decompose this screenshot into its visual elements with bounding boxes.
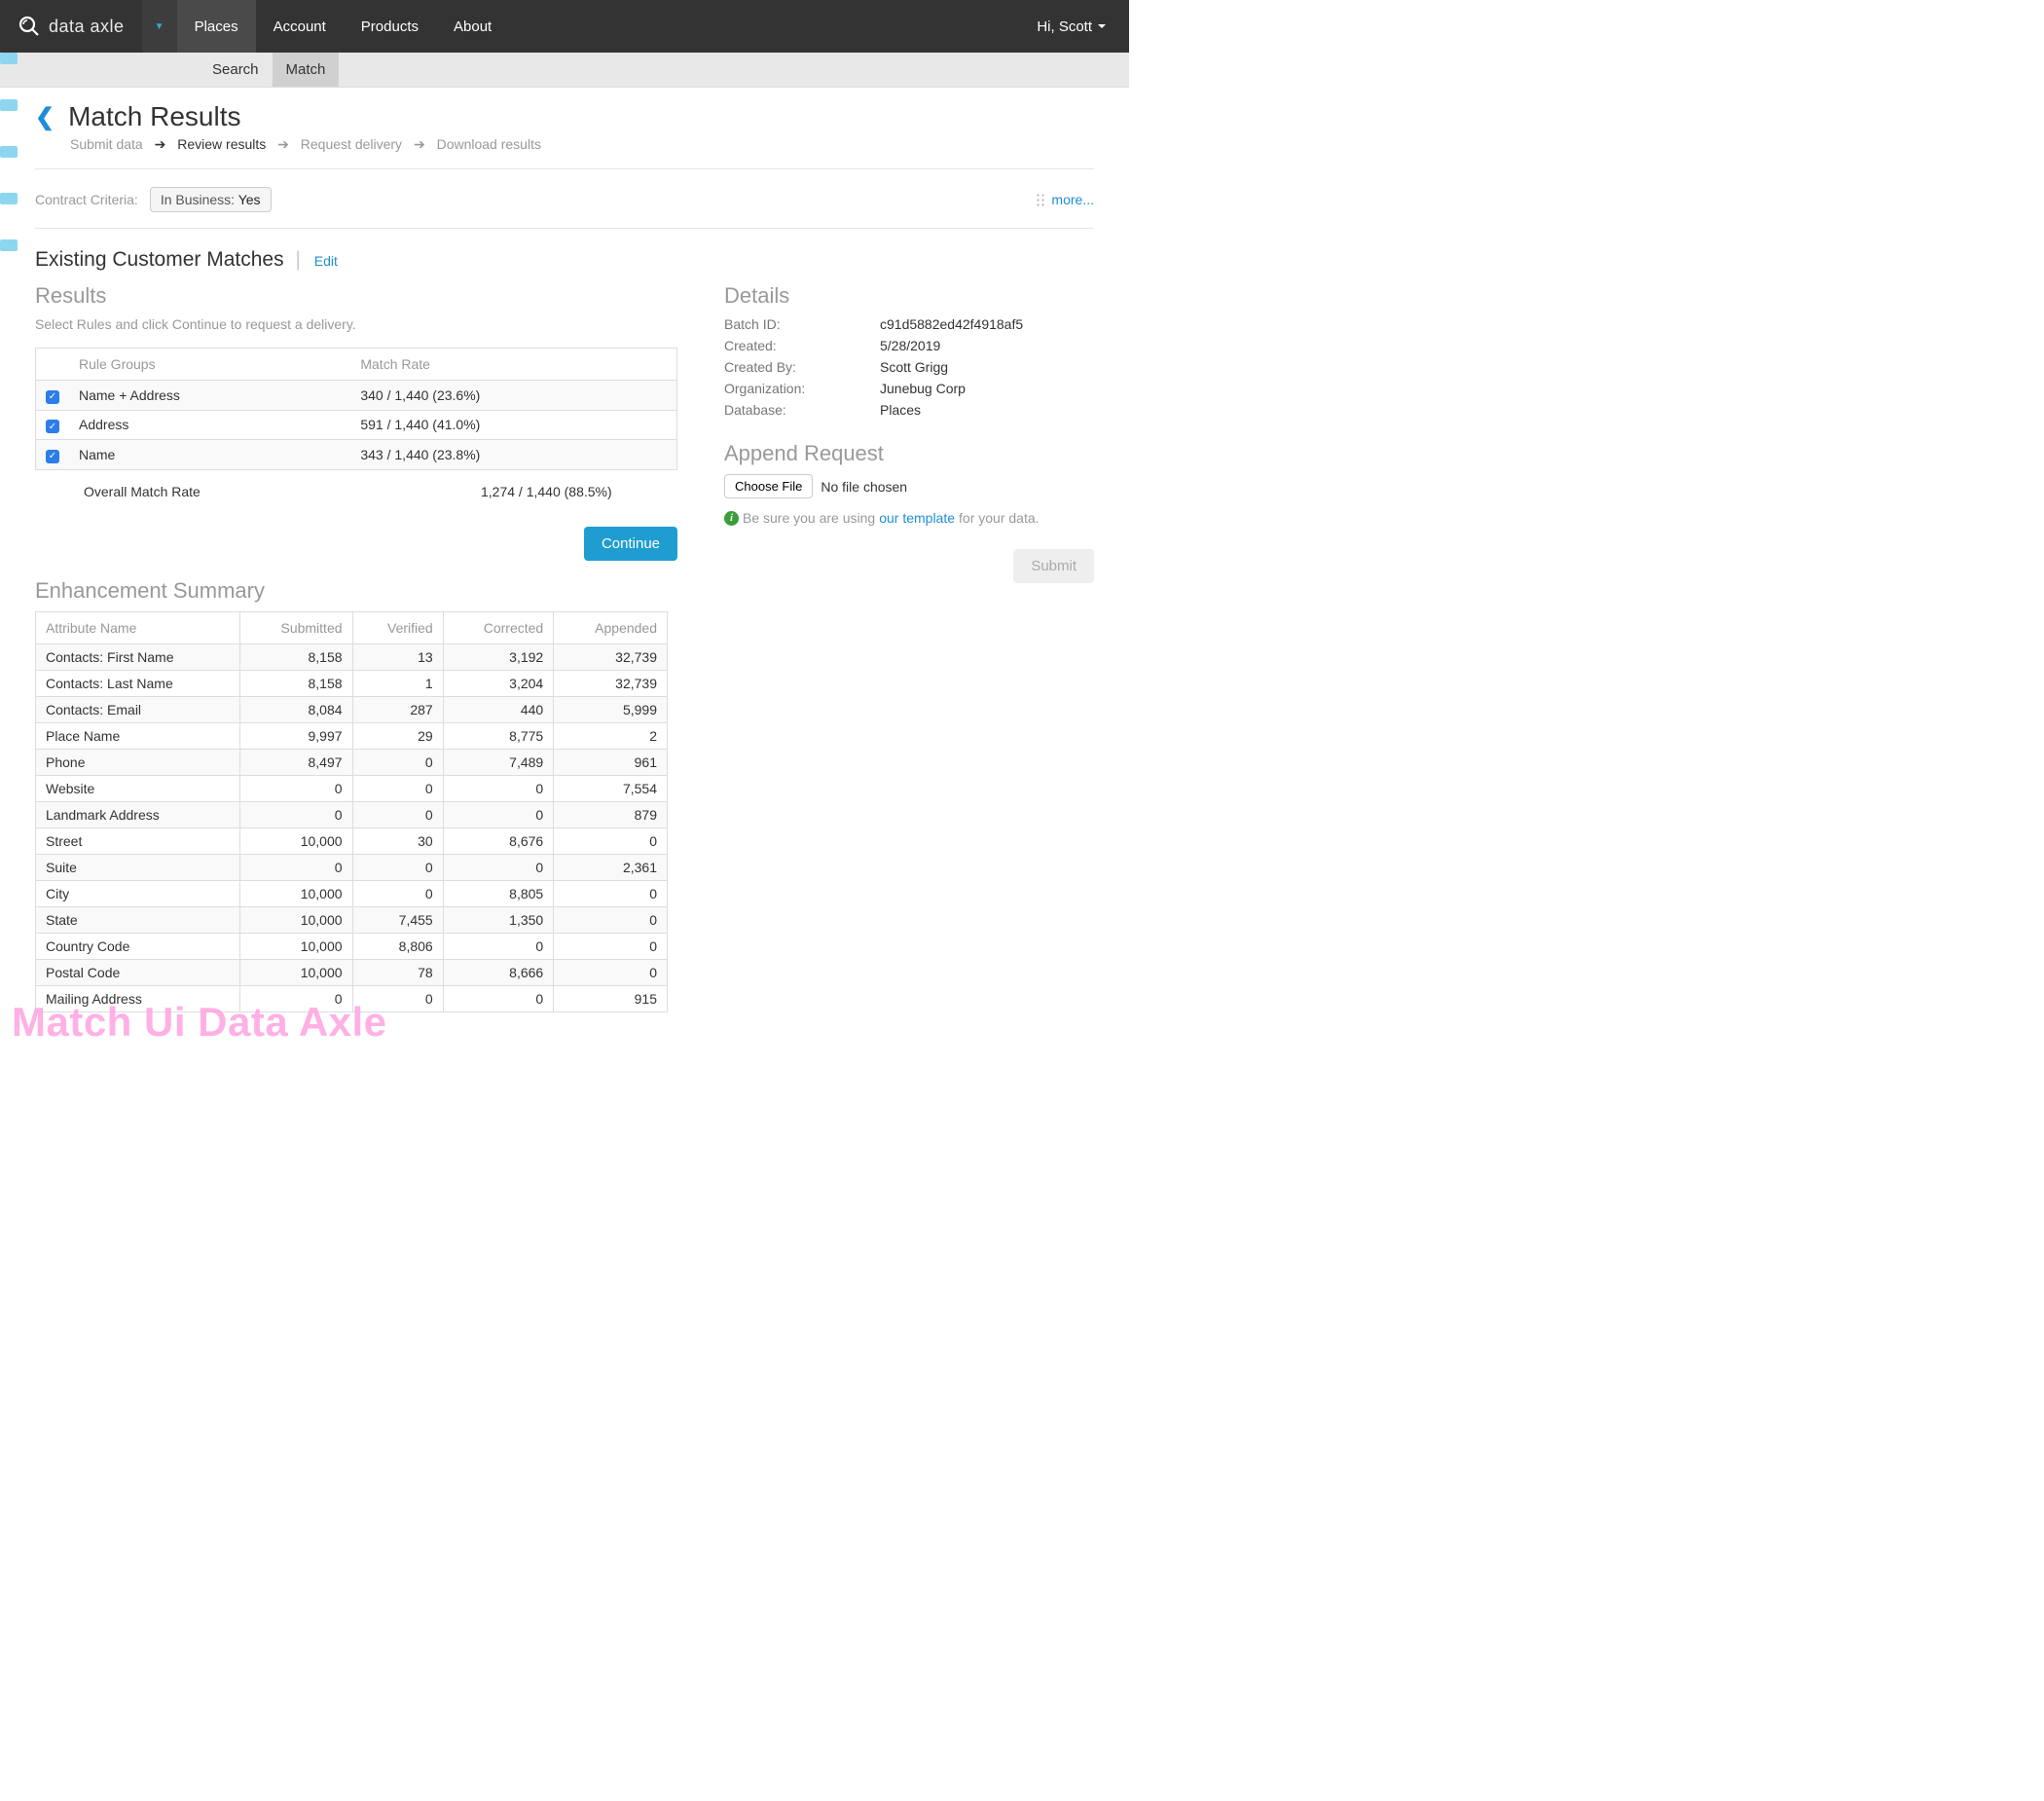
subnav-match[interactable]: Match	[273, 53, 340, 87]
criteria-row: Contract Criteria: In Business: Yes more…	[35, 183, 1094, 229]
database-value: Places	[880, 402, 1094, 418]
col-match-rate: Match Rate	[350, 349, 676, 381]
results-heading: Results	[35, 283, 677, 309]
created-by-value: Scott Grigg	[880, 359, 1094, 375]
table-row: Phone8,49707,489961	[36, 749, 668, 775]
nav-about[interactable]: About	[436, 0, 509, 53]
brand[interactable]: data axle	[0, 0, 142, 53]
template-info: i Be sure you are using our template for…	[724, 510, 1094, 526]
batch-id-value: c91d5882ed42f4918af5	[880, 316, 1094, 332]
criteria-chip[interactable]: In Business: Yes	[150, 187, 272, 212]
continue-button[interactable]: Continue	[584, 527, 677, 561]
chip-key: In Business:	[161, 192, 238, 207]
breadcrumb: Submit data ➔ Review results ➔ Request d…	[70, 136, 1094, 153]
enhancement-heading: Enhancement Summary	[35, 578, 677, 604]
created-value: 5/28/2019	[880, 338, 1094, 353]
table-row: ✓ Name 343 / 1,440 (23.8%)	[36, 440, 677, 470]
table-row: Country Code10,0008,80600	[36, 933, 668, 959]
checkbox-icon[interactable]: ✓	[46, 390, 59, 404]
bc-review-results: Review results	[177, 136, 266, 152]
more-link[interactable]: more...	[1036, 192, 1094, 207]
details-grid: Batch ID: c91d5882ed42f4918af5 Created: …	[724, 316, 1094, 418]
table-row: Contacts: First Name8,158133,19232,739	[36, 643, 668, 670]
chip-value: Yes	[238, 192, 261, 207]
subnav-search[interactable]: Search	[199, 53, 273, 87]
organization-link[interactable]: Junebug Corp	[880, 381, 1094, 396]
magnifier-icon	[18, 15, 41, 38]
table-row: City10,00008,8050	[36, 880, 668, 906]
table-row: Mailing Address000915	[36, 985, 668, 1011]
table-row: Suite0002,361	[36, 854, 668, 880]
drag-handle-icon	[1036, 193, 1045, 206]
choose-file-button[interactable]: Choose File	[724, 474, 813, 498]
bc-request-delivery[interactable]: Request delivery	[301, 136, 402, 152]
table-row: Website0007,554	[36, 775, 668, 801]
brand-dropdown[interactable]: ▼	[142, 0, 177, 53]
table-row: Street10,000308,6760	[36, 827, 668, 854]
table-row: Place Name9,997298,7752	[36, 722, 668, 749]
user-menu[interactable]: Hi, Scott	[1013, 18, 1129, 35]
bc-download-results[interactable]: Download results	[437, 136, 541, 152]
results-hint: Select Rules and click Continue to reque…	[35, 316, 677, 332]
caret-down-icon	[1098, 24, 1106, 28]
matches-heading: Existing Customer Matches | Edit	[35, 248, 1094, 272]
enhancement-table: Attribute Name Submitted Verified Correc…	[35, 611, 668, 1012]
arrow-right-icon: ➔	[155, 136, 166, 152]
topbar: data axle ▼ Places Account Products Abou…	[0, 0, 1129, 53]
table-row: Postal Code10,000788,6660	[36, 959, 668, 985]
brand-text: data axle	[49, 17, 125, 37]
checkbox-icon[interactable]: ✓	[46, 420, 59, 433]
checkbox-icon[interactable]: ✓	[46, 450, 59, 463]
file-input-row: Choose File No file chosen	[724, 474, 1094, 498]
table-row: State10,0007,4551,3500	[36, 906, 668, 933]
table-row: Contacts: Email8,0842874405,999	[36, 696, 668, 722]
more-label: more...	[1051, 192, 1094, 207]
info-icon: i	[724, 511, 739, 526]
page-body: ❮ Match Results Submit data ➔ Review res…	[0, 88, 1129, 1051]
arrow-right-icon: ➔	[277, 136, 289, 152]
results-table: Rule Groups Match Rate ✓ Name + Address …	[35, 348, 677, 470]
submit-button[interactable]: Submit	[1013, 549, 1094, 583]
details-heading: Details	[724, 283, 1094, 309]
arrow-right-icon: ➔	[414, 136, 425, 152]
template-link[interactable]: our template	[879, 510, 955, 526]
table-row: ✓ Address 591 / 1,440 (41.0%)	[36, 410, 677, 440]
file-status: No file chosen	[821, 479, 907, 495]
page-header: ❮ Match Results	[35, 101, 1094, 132]
back-chevron-icon[interactable]: ❮	[35, 103, 58, 131]
subnav: Search Match	[0, 53, 1129, 88]
user-greeting: Hi, Scott	[1037, 18, 1092, 35]
table-row: Contacts: Last Name8,15813,20432,739	[36, 670, 668, 696]
nav-products[interactable]: Products	[344, 0, 436, 53]
col-rule-groups: Rule Groups	[69, 349, 350, 381]
table-row: ✓ Name + Address 340 / 1,440 (23.6%)	[36, 381, 677, 411]
nav-account[interactable]: Account	[256, 0, 344, 53]
nav-places[interactable]: Places	[177, 0, 256, 53]
overall-match-rate: Overall Match Rate 1,274 / 1,440 (88.5%)	[35, 470, 677, 499]
append-heading: Append Request	[724, 441, 1094, 466]
bc-submit-data[interactable]: Submit data	[70, 136, 143, 152]
edit-link[interactable]: Edit	[314, 253, 338, 269]
page-title: Match Results	[68, 101, 240, 132]
table-row: Landmark Address000879	[36, 801, 668, 827]
criteria-label: Contract Criteria:	[35, 192, 138, 207]
